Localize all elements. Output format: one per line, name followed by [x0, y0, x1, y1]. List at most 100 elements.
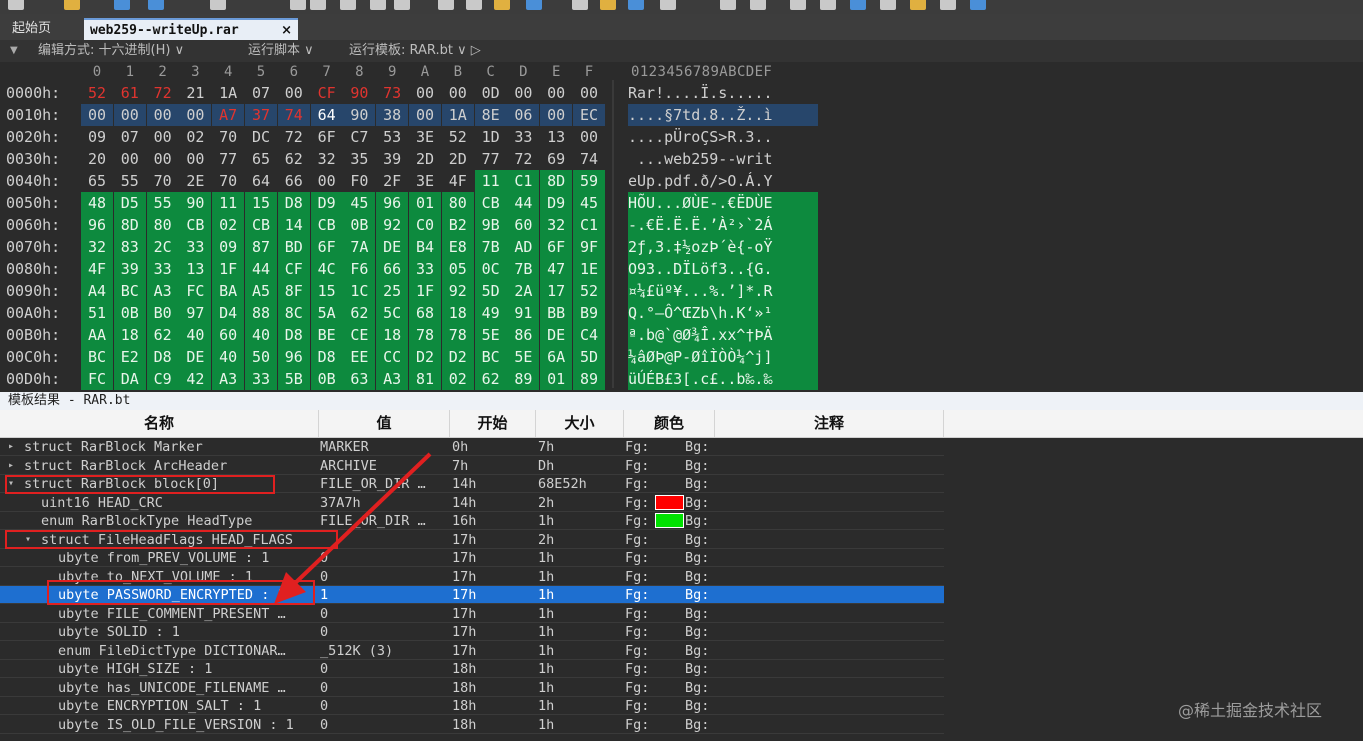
hex-byte[interactable]: 00	[442, 82, 474, 104]
hex-byte[interactable]: 1D	[475, 126, 507, 148]
col-size-header[interactable]: 大小	[536, 410, 624, 437]
ascii-text[interactable]: ¤¼£üº¥...%.’]*.R	[628, 280, 818, 302]
hex-byte[interactable]: 96	[277, 346, 310, 368]
hex-byte[interactable]: D5	[113, 192, 146, 214]
hex-byte[interactable]: 87	[245, 236, 277, 258]
tab-rar-file[interactable]: web259--writeUp.rar ×	[84, 18, 298, 40]
hex-byte[interactable]: 5E	[474, 324, 507, 346]
calculator-icon[interactable]	[572, 0, 588, 10]
template-row[interactable]: ubyte has_UNICODE_FILENAME … 0 18h 1h Fg: Bg:	[0, 679, 944, 697]
save-as-icon[interactable]	[148, 0, 164, 10]
hex-byte[interactable]: 1F	[212, 258, 245, 280]
hex-byte[interactable]: E2	[113, 346, 146, 368]
field-color[interactable]: Fg: Bg:	[625, 605, 713, 623]
hex-byte[interactable]: 68	[409, 302, 441, 324]
col-name-header[interactable]: 名称	[0, 410, 319, 437]
hex-byte[interactable]: 4F	[442, 170, 474, 192]
hex-byte[interactable]: 05	[441, 258, 474, 280]
hex-byte[interactable]: 00	[81, 104, 113, 126]
redo-icon[interactable]	[394, 0, 410, 10]
hex-byte[interactable]: BA	[212, 280, 245, 302]
hex-byte[interactable]: A4	[81, 280, 113, 302]
hex-editor[interactable]: 0123456789ABCDEF 0123456789ABCDEF 0000h:…	[0, 62, 1363, 390]
checksum-icon[interactable]	[880, 0, 896, 10]
run-script-dropdown[interactable]: 运行脚本 ∨	[248, 40, 314, 62]
hex-byte[interactable]: 64	[245, 170, 277, 192]
hex-byte[interactable]: 90	[179, 192, 212, 214]
hex-byte[interactable]: D8	[277, 192, 310, 214]
undo-icon[interactable]	[370, 0, 386, 10]
hex-byte[interactable]: 2D	[442, 148, 474, 170]
hex-byte[interactable]: D9	[540, 192, 573, 214]
hex-byte[interactable]: 45	[343, 192, 376, 214]
hex-byte[interactable]: 5D	[573, 346, 605, 368]
hex-byte[interactable]: 00	[147, 148, 179, 170]
hex-byte[interactable]: 0B	[113, 302, 146, 324]
ascii-text[interactable]: O93..DÏLöf3..{G.	[628, 258, 818, 280]
hex-byte[interactable]: 45	[573, 192, 605, 214]
hex-byte[interactable]: D8	[310, 346, 343, 368]
hex-row[interactable]: 0030h: 20 00 00 00 77 65 62 32 35 39 2D 2D 77 72 69 74 .…	[0, 148, 820, 170]
hex-row[interactable]: 0040h: 65 55 70 2E 70 64 66 00 F0 2F 3E 4F 11 C1 8D 59 eU…	[0, 170, 820, 192]
hex-byte[interactable]: 92	[376, 214, 409, 236]
hex-byte[interactable]: 9B	[474, 214, 507, 236]
hex-byte[interactable]: 8C	[277, 302, 310, 324]
histogram-icon[interactable]	[910, 0, 926, 10]
run-icon[interactable]	[526, 0, 542, 10]
hex-row[interactable]: 0060h: 96 8D 80 CB 02 CB 14 CB 0B 92 C0 B2 9B 60 32 C1 -.…	[0, 214, 820, 236]
hex-byte[interactable]: BE	[310, 324, 343, 346]
hex-byte[interactable]: C9	[146, 368, 179, 390]
hex-byte[interactable]: 7B	[507, 258, 540, 280]
hex-byte[interactable]: 88	[245, 302, 277, 324]
hex-byte[interactable]: 00	[409, 104, 441, 126]
hex-byte[interactable]: 55	[114, 170, 146, 192]
hex-byte[interactable]: B2	[441, 214, 474, 236]
hex-byte[interactable]: BC	[474, 346, 507, 368]
hex-byte[interactable]: 00	[573, 126, 605, 148]
bookmark-icon[interactable]	[600, 0, 616, 10]
open-folder-icon[interactable]	[64, 0, 80, 10]
hex-mode-icon[interactable]	[628, 0, 644, 10]
hex-byte[interactable]: 00	[113, 104, 146, 126]
hex-byte[interactable]: 00	[311, 170, 343, 192]
hex-byte[interactable]: F0	[343, 170, 375, 192]
hex-byte[interactable]: 18	[441, 302, 474, 324]
hex-byte[interactable]: A3	[212, 368, 245, 390]
hex-byte[interactable]: C1	[573, 214, 605, 236]
hex-byte[interactable]: 07	[245, 82, 277, 104]
hex-byte[interactable]: 83	[113, 236, 146, 258]
hex-byte[interactable]: 11	[474, 170, 507, 192]
hex-byte[interactable]: DE	[540, 324, 573, 346]
hex-byte[interactable]: 8D	[540, 170, 573, 192]
hex-byte[interactable]: 72	[278, 126, 310, 148]
hex-byte[interactable]: 5B	[277, 368, 310, 390]
script-icon[interactable]	[940, 0, 956, 10]
hex-byte[interactable]: 53	[376, 126, 408, 148]
hex-byte[interactable]: FC	[179, 280, 212, 302]
hex-row[interactable]: 00D0h: FC DA C9 42 A3 33 5B 0B 63 A3 81 02 62 89 01 89 üÚ…	[0, 368, 820, 390]
collapse-icon[interactable]: ▼	[10, 40, 18, 62]
hex-byte[interactable]: 96	[376, 192, 409, 214]
hex-byte[interactable]: 8D	[113, 214, 146, 236]
ascii-text[interactable]: üÚÉB£3[.c£..b‰.‰	[628, 368, 818, 390]
field-color[interactable]: Fg: Bg:	[625, 679, 713, 697]
hex-byte[interactable]: 25	[376, 280, 409, 302]
hex-byte[interactable]: 91	[507, 302, 540, 324]
hex-byte[interactable]: 2E	[179, 170, 211, 192]
hex-byte[interactable]: 60	[507, 214, 540, 236]
hex-byte[interactable]: 40	[179, 324, 212, 346]
hex-byte[interactable]: 3E	[409, 126, 441, 148]
hex-byte[interactable]: 40	[212, 346, 245, 368]
hex-byte[interactable]: 51	[81, 302, 113, 324]
hex-byte[interactable]: 9F	[573, 236, 605, 258]
field-color[interactable]: Fg: Bg:	[625, 660, 713, 678]
hex-byte[interactable]: 14	[277, 214, 310, 236]
template-row[interactable]: enum RarBlockType HeadType FILE_OR_DIR … 1…	[0, 512, 944, 530]
col-value-header[interactable]: 值	[319, 410, 450, 437]
hex-row[interactable]: 0050h: 48 D5 55 90 11 15 D8 D9 45 96 01 80 CB 44 D9 45 HÕ…	[0, 192, 820, 214]
hex-byte[interactable]: 62	[343, 302, 376, 324]
hex-byte[interactable]: E8	[441, 236, 474, 258]
hex-byte[interactable]: AD	[507, 236, 540, 258]
hex-byte[interactable]: 33	[409, 258, 441, 280]
hex-byte[interactable]: 66	[376, 258, 409, 280]
